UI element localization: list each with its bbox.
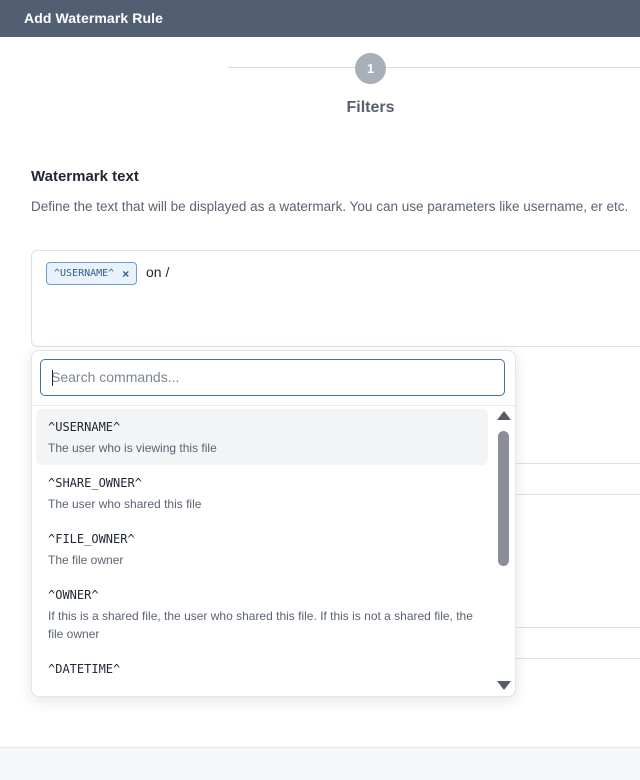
command-list: ^USERNAME^ The user who is viewing this …	[36, 409, 490, 686]
step-number-badge[interactable]: 1	[355, 53, 386, 84]
command-item-file-owner[interactable]: ^FILE_OWNER^ The file owner	[36, 521, 488, 577]
parameter-tag: ^USERNAME^ ×	[46, 262, 138, 285]
section-title: Watermark text	[31, 168, 139, 185]
command-item-username[interactable]: ^USERNAME^ The user who is viewing this …	[36, 409, 488, 465]
page: Add Watermark Rule 1 Filters Watermark t…	[0, 0, 640, 780]
editor-text: on /	[146, 264, 170, 280]
command-description: The user who shared this file	[48, 497, 202, 511]
command-description: The user who is viewing this file	[48, 441, 217, 455]
command-description: If this is a shared file, the user who s…	[48, 609, 473, 641]
divider	[515, 627, 640, 628]
command-item-owner[interactable]: ^OWNER^ If this is a shared file, the us…	[36, 577, 488, 651]
stepper-line	[228, 67, 640, 68]
command-name: ^FILE_OWNER^	[48, 532, 135, 546]
command-dropdown: ^USERNAME^ The user who is viewing this …	[31, 350, 516, 697]
parameter-tag-label: ^USERNAME^	[54, 268, 115, 279]
command-description: The file owner	[48, 553, 124, 567]
close-icon[interactable]: ×	[122, 268, 129, 280]
divider	[515, 494, 640, 495]
dropdown-divider	[32, 405, 515, 406]
dialog-footer	[0, 748, 640, 780]
dialog-title: Add Watermark Rule	[24, 10, 163, 26]
watermark-text-editor[interactable]: ^USERNAME^ × on /	[31, 250, 640, 347]
search-box[interactable]	[40, 359, 505, 396]
step-label: Filters	[346, 99, 395, 116]
search-commands-input[interactable]	[51, 360, 491, 394]
divider	[515, 463, 640, 464]
section-description: Define the text that will be displayed a…	[31, 199, 629, 214]
command-name: ^USERNAME^	[48, 420, 121, 434]
chevron-up-icon[interactable]	[497, 411, 511, 420]
divider	[515, 658, 640, 659]
dialog-header: Add Watermark Rule	[0, 0, 640, 37]
command-name: ^OWNER^	[48, 588, 99, 602]
scrollbar-thumb[interactable]	[498, 431, 509, 566]
command-name: ^SHARE_OWNER^	[48, 476, 142, 490]
chevron-down-icon[interactable]	[497, 681, 511, 690]
command-name: ^DATETIME^	[48, 662, 121, 676]
text-caret	[52, 370, 53, 386]
command-item-share-owner[interactable]: ^SHARE_OWNER^ The user who shared this f…	[36, 465, 488, 521]
command-item-datetime[interactable]: ^DATETIME^	[36, 651, 488, 686]
